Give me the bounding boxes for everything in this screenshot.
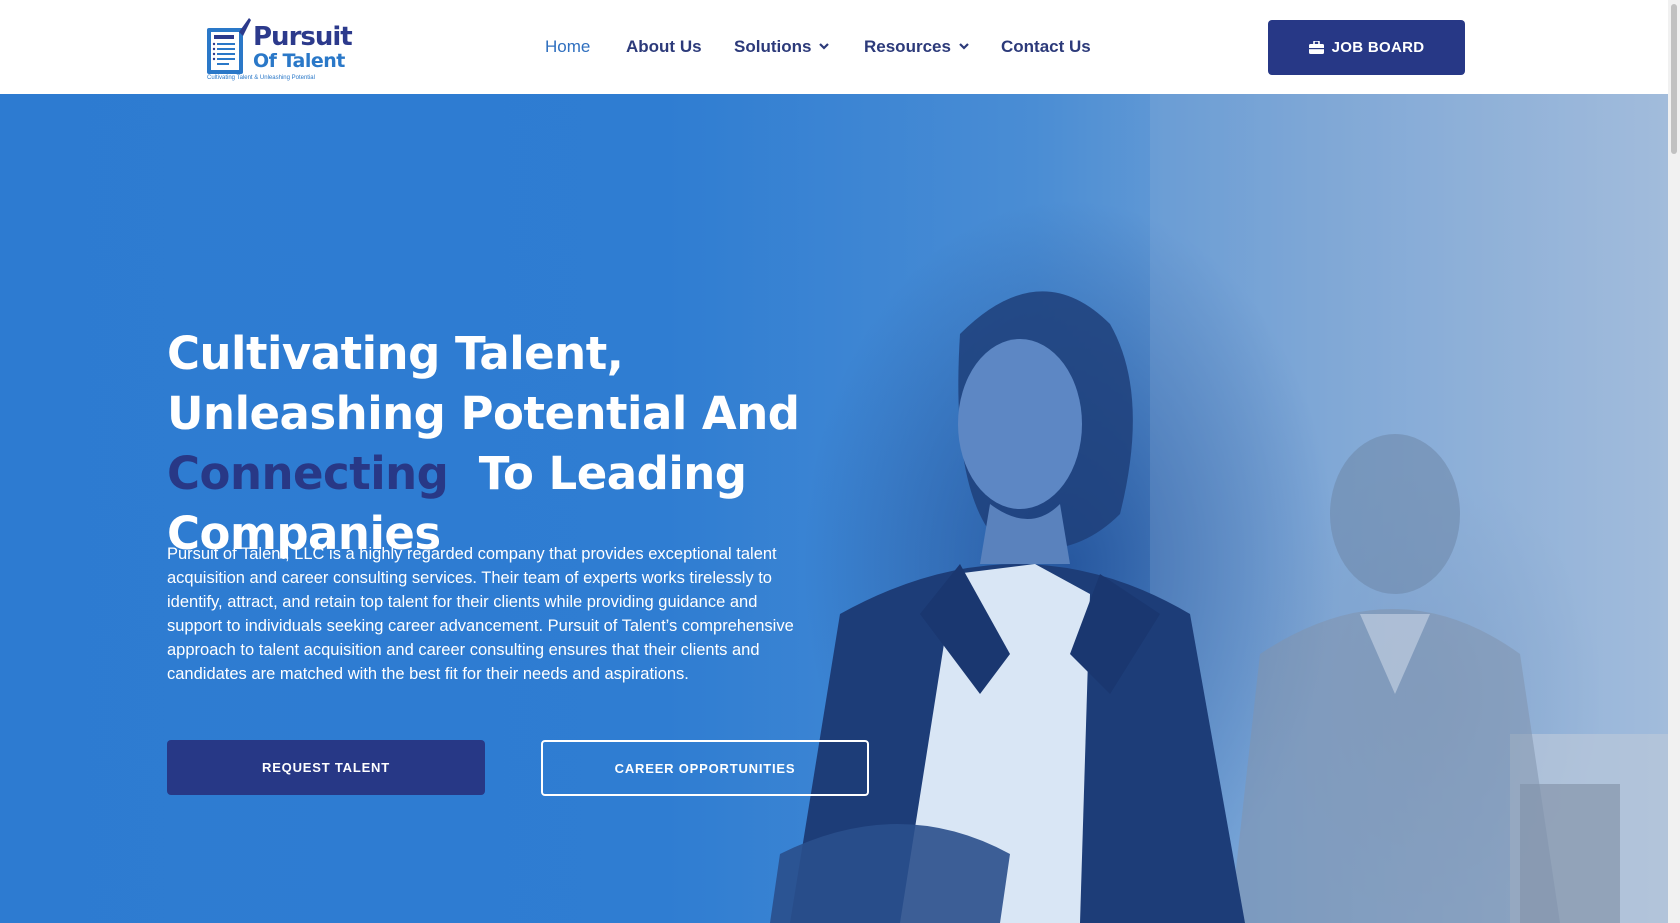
nav-home[interactable]: Home <box>545 37 590 57</box>
nav-resources-label: Resources <box>864 37 951 56</box>
logo-tagline: Cultivating Talent & Unleashing Potentia… <box>207 75 315 81</box>
scrollbar-thumb[interactable] <box>1671 4 1677 154</box>
chevron-down-icon <box>819 43 830 50</box>
headline-text-part1: Cultivating Talent, Unleashing Potential… <box>167 327 800 440</box>
nav-solutions[interactable]: Solutions <box>734 37 830 57</box>
headline-highlight: Connecting <box>167 447 449 500</box>
briefcase-icon <box>1308 41 1324 54</box>
nav-solutions-label: Solutions <box>734 37 812 56</box>
page-scrollbar[interactable] <box>1668 0 1680 923</box>
chevron-down-icon <box>959 43 969 50</box>
job-board-label: JOB BOARD <box>1331 39 1425 56</box>
nav-about-us[interactable]: About Us <box>626 37 702 57</box>
request-talent-button[interactable]: REQUEST TALENT <box>167 740 485 795</box>
career-opportunities-button[interactable]: CAREER OPPORTUNITIES <box>541 740 869 796</box>
hero-description: Pursuit of Talent, LLC is a highly regar… <box>167 545 794 683</box>
job-board-button[interactable]: JOB BOARD <box>1268 20 1465 75</box>
hero-section: Cultivating Talent, Unleashing Potential… <box>0 94 1668 923</box>
hero-headline: Cultivating Talent, Unleashing Potential… <box>167 324 867 564</box>
site-header: Pursuit Of Talent Cultivating Talent & U… <box>0 0 1668 94</box>
nav-contact-us[interactable]: Contact Us <box>1001 37 1091 57</box>
nav-resources[interactable]: Resources <box>864 37 969 57</box>
